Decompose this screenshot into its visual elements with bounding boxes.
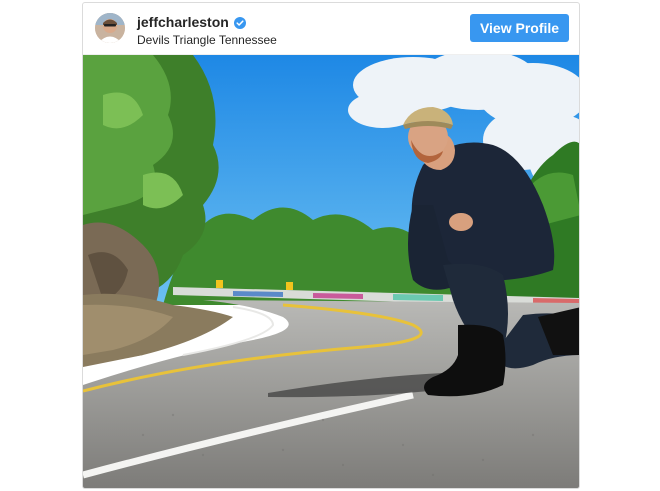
post-header: jeffcharleston Devils Triangle Tennessee… <box>83 3 579 55</box>
username-row: jeffcharleston <box>137 14 246 30</box>
post-photo[interactable] <box>83 55 579 488</box>
view-profile-button[interactable]: View Profile <box>470 14 569 42</box>
instagram-embed: jeffcharleston Devils Triangle Tennessee… <box>82 2 580 489</box>
username-link[interactable]: jeffcharleston <box>137 14 229 30</box>
verified-badge-icon <box>233 16 246 29</box>
avatar[interactable] <box>95 13 125 43</box>
location-link[interactable]: Devils Triangle Tennessee <box>137 33 277 47</box>
